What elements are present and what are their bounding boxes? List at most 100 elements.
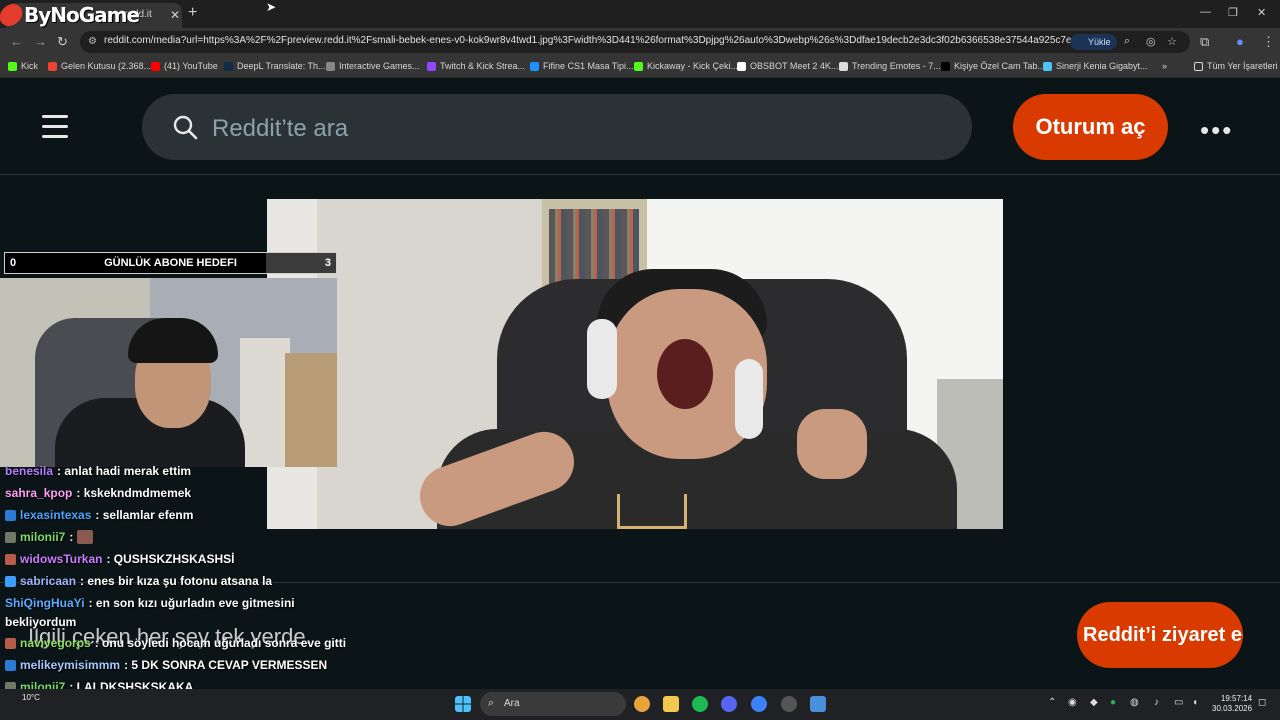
bookmark-item[interactable]: Twitch & Kick Strea... xyxy=(427,61,525,71)
bookmark-item[interactable]: Interactive Games... xyxy=(326,61,420,71)
reload-icon[interactable]: ↻ xyxy=(57,34,68,50)
chat-text: : xyxy=(69,530,74,544)
chat-username: widowsTurkan xyxy=(20,552,103,566)
discord-icon[interactable] xyxy=(721,696,737,712)
minimize-icon[interactable]: — xyxy=(1200,6,1211,18)
chat-message: widowsTurkan: QUSHSKZHSKASHSİ xyxy=(5,552,234,566)
bookmark-label: (41) YouTube xyxy=(164,61,218,71)
chat-text: : anlat hadi merak ettim xyxy=(57,464,192,478)
taskbar-clock[interactable]: 19:57:14 30.03.2026 xyxy=(1212,694,1252,714)
hamburger-menu-icon[interactable] xyxy=(42,115,68,139)
mouse-cursor-icon: ➤ xyxy=(266,0,277,14)
bookmark-favicon-icon xyxy=(8,61,17,71)
restore-icon[interactable]: ❐ xyxy=(1228,6,1238,19)
chat-text: : enes bir kıza şu fotonu atsana la xyxy=(80,574,273,588)
goal-title: GÜNLÜK ABONE HEDEFI xyxy=(104,257,237,269)
taskbar-search[interactable]: ⌕ Ara xyxy=(480,692,626,716)
bookmark-item[interactable]: Kişiye Özel Cam Tab... xyxy=(941,61,1045,71)
network-icon[interactable]: ▭ xyxy=(1174,697,1183,708)
brand-name: ByNoGame xyxy=(24,3,140,27)
bookmark-item[interactable]: Sinerji Kenia Gigabyt... xyxy=(1043,61,1148,71)
bookmark-item[interactable]: OBSBOT Meet 2 4K... xyxy=(737,61,838,71)
bookmark-label: Trending Emotes - 7... xyxy=(852,61,941,71)
taskbar-search-icon: ⌕ xyxy=(488,697,495,709)
bookmark-item[interactable]: Kick xyxy=(8,61,38,71)
search-placeholder: Reddit’te ara xyxy=(212,115,349,142)
bookmark-item[interactable]: Fifine CS1 Masa Tipi... xyxy=(530,61,634,71)
chrome-icon[interactable] xyxy=(634,696,650,712)
browser-menu-icon[interactable]: ⋮ xyxy=(1262,34,1275,50)
bookmark-favicon-icon xyxy=(48,61,57,71)
chat-badge-icon xyxy=(5,553,16,565)
chat-message: ShiQingHuaYi: en son kızı uğurladın eve … xyxy=(5,596,295,610)
more-options-icon[interactable]: ••• xyxy=(1200,115,1233,146)
close-window-icon[interactable]: ✕ xyxy=(1257,6,1266,19)
chat-text: : kskekndmdmemek xyxy=(76,486,192,500)
chat-text: bekliyordum xyxy=(5,615,77,629)
obs-icon[interactable] xyxy=(781,696,797,712)
app-icon[interactable] xyxy=(810,696,826,712)
chat-text: : onu söyledi hocam uğurladı sonra eve g… xyxy=(94,636,347,650)
search-icon xyxy=(173,115,198,140)
site-info-icon[interactable]: ⚙ xyxy=(88,36,97,47)
chat-badge-icon xyxy=(5,637,16,649)
extensions-icon[interactable]: ⧉ xyxy=(1200,34,1209,50)
tracking-icon[interactable]: ◎ xyxy=(1146,35,1156,48)
url-field[interactable]: ⚙ reddit.com/media?url=https%3A%2F%2Fpre… xyxy=(80,31,1190,53)
bookmark-favicon-icon xyxy=(1043,61,1052,71)
bookmark-item[interactable]: Kickaway - Kick Çeki... xyxy=(634,61,738,71)
tray-app-icon[interactable]: ◆ xyxy=(1090,697,1098,708)
bookmark-favicon-icon xyxy=(634,61,643,71)
tray-chevron-icon[interactable]: ⌃ xyxy=(1048,697,1056,708)
spotify-icon[interactable] xyxy=(692,696,708,712)
bookmark-favicon-icon xyxy=(224,61,233,71)
bookmark-star-icon[interactable]: ☆ xyxy=(1167,35,1177,48)
bookmark-favicon-icon xyxy=(326,61,335,71)
stream-brand-logo: ByNoGame xyxy=(0,0,140,30)
bookmark-favicon-icon xyxy=(941,61,950,71)
notification-bell-icon[interactable]: ◻ xyxy=(1258,697,1266,708)
chat-badge-icon xyxy=(5,659,16,671)
new-tab-icon[interactable]: + xyxy=(188,4,197,22)
visit-reddit-button[interactable]: Reddit’i ziyaret ed xyxy=(1077,602,1243,668)
tray-steam-icon[interactable]: ◍ xyxy=(1130,697,1139,708)
file-explorer-icon[interactable] xyxy=(663,696,679,712)
back-icon[interactable]: ← xyxy=(10,34,23,49)
profile-icon[interactable]: ● xyxy=(1236,34,1244,49)
chat-message: sabricaan: enes bir kıza şu fotonu atsan… xyxy=(5,574,272,588)
chat-message: benesila: anlat hadi merak ettim xyxy=(5,464,191,478)
media-image[interactable] xyxy=(267,199,1003,529)
chat-text: : en son kızı uğurladın eve gitmesini xyxy=(88,596,295,610)
tray-discord-icon[interactable]: ◉ xyxy=(1068,697,1077,708)
bookmark-item[interactable]: Trending Emotes - 7... xyxy=(839,61,941,71)
windows-start-icon[interactable] xyxy=(455,696,471,712)
chat-message: milonii7: xyxy=(5,530,94,544)
volume-icon[interactable]: ◖ xyxy=(1192,697,1198,708)
upload-button[interactable]: Yükle xyxy=(1070,34,1117,50)
browser-tab-bar: redd.it ✕ + — ❐ ✕ xyxy=(0,0,1280,28)
bookmark-favicon-icon xyxy=(427,61,436,71)
tab-close-icon[interactable]: ✕ xyxy=(170,8,180,22)
chat-text: : 5 DK SONRA CEVAP VERMESSEN xyxy=(124,658,328,672)
chat-username: navivegorps xyxy=(20,636,91,650)
chat-text: : sellamlar efenm xyxy=(95,508,194,522)
bookmark-item[interactable]: Gelen Kutusu (2.368... xyxy=(48,61,151,71)
all-bookmarks-folder[interactable]: Tüm Yer İşaretleri xyxy=(1194,61,1278,71)
bookmark-label: Kick xyxy=(21,61,39,71)
search-input[interactable]: Reddit’te ara xyxy=(142,94,972,160)
bookmark-label: Twitch & Kick Strea... xyxy=(440,61,526,71)
bookmarks-overflow-button[interactable]: » xyxy=(1162,61,1167,71)
zoom-icon[interactable]: ⌕ xyxy=(1124,35,1130,48)
bookmark-item[interactable]: (41) YouTube xyxy=(151,61,218,71)
tray-mic-icon[interactable]: ♪ xyxy=(1154,697,1159,708)
bookmark-label: Kickaway - Kick Çeki... xyxy=(647,61,739,71)
chat-overlay: benesila: anlat hadi merak ettim sahra_kp… xyxy=(0,460,346,720)
chat-message: sahra_kpop: kskekndmdmemek xyxy=(5,486,191,500)
login-button[interactable]: Oturum aç xyxy=(1013,94,1168,160)
browser-taskbar-icon[interactable] xyxy=(751,696,767,712)
chat-username: benesila xyxy=(5,464,54,478)
tray-spotify-icon[interactable]: ● xyxy=(1110,697,1116,708)
bookmark-favicon-icon xyxy=(737,61,746,71)
forward-icon[interactable]: → xyxy=(34,34,47,49)
bookmark-item[interactable]: DeepL Translate: Th... xyxy=(224,61,326,71)
